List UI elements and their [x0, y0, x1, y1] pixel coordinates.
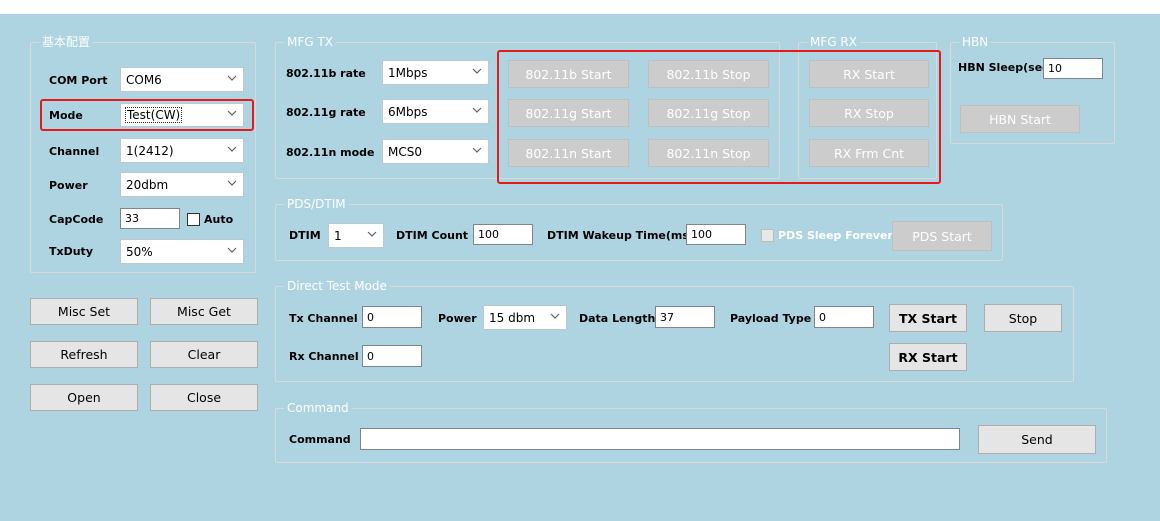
- dtim-select[interactable]: 1: [328, 223, 384, 248]
- direct-test-mode-title: Direct Test Mode: [284, 279, 390, 293]
- misc-get-button[interactable]: Misc Get: [150, 298, 258, 325]
- rx-channel-label: Rx Channel: [289, 350, 359, 363]
- buttons-highlight: [497, 50, 941, 184]
- power-label: Power: [49, 179, 88, 192]
- hbn-title: HBN: [959, 35, 992, 49]
- txduty-label: TxDuty: [49, 245, 93, 258]
- data-length-input[interactable]: 37: [655, 306, 715, 328]
- capcode-label: CapCode: [49, 213, 104, 226]
- mode-highlight: [40, 99, 254, 131]
- dtm-power-value: 15 dbm: [489, 310, 536, 325]
- payload-type-input[interactable]: 0: [814, 306, 874, 328]
- g-rate-select[interactable]: 6Mbps: [382, 99, 489, 124]
- b-rate-value: 1Mbps: [388, 65, 428, 80]
- chevron-down-icon: [227, 245, 237, 255]
- title-strip: [0, 0, 1160, 14]
- open-button[interactable]: Open: [30, 384, 138, 411]
- txduty-value: 50%: [126, 244, 153, 259]
- capcode-input[interactable]: 33: [120, 208, 180, 229]
- power-value: 20dbm: [126, 177, 169, 192]
- dtim-count-label: DTIM Count: [396, 229, 469, 242]
- basic-config-title: 基本配置: [39, 35, 94, 49]
- auto-checkbox[interactable]: [187, 213, 200, 226]
- chevron-down-icon: [472, 105, 482, 115]
- channel-select[interactable]: 1(2412): [120, 138, 244, 163]
- pds-dtim-title: PDS/DTIM: [284, 197, 349, 211]
- app-window: 基本配置 COM Port COM6 Mode Test(CW) Channel…: [0, 0, 1160, 521]
- chevron-down-icon: [550, 311, 560, 321]
- dtm-power-label: Power: [438, 312, 477, 325]
- chevron-down-icon: [472, 145, 482, 155]
- channel-label: Channel: [49, 145, 100, 158]
- hbn-start-button[interactable]: HBN Start: [960, 105, 1080, 133]
- mfg-tx-title: MFG TX: [284, 35, 336, 49]
- payload-type-label: Payload Type: [730, 312, 812, 325]
- chevron-down-icon: [227, 178, 237, 188]
- tx-channel-label: Tx Channel: [289, 312, 358, 325]
- command-label: Command: [289, 433, 351, 446]
- dtim-wakeup-input[interactable]: 100: [686, 224, 746, 245]
- send-button[interactable]: Send: [978, 425, 1096, 454]
- com-port-value: COM6: [126, 72, 162, 87]
- power-select[interactable]: 20dbm: [120, 172, 244, 197]
- hbn-sleep-label: HBN Sleep(sec): [958, 61, 1054, 74]
- command-input[interactable]: [360, 428, 960, 450]
- g-rate-value: 6Mbps: [388, 104, 428, 119]
- command-title: Command: [284, 401, 352, 415]
- dtim-value: 1: [334, 228, 342, 243]
- pds-start-button[interactable]: PDS Start: [892, 221, 992, 251]
- mfg-rx-title: MFG RX: [807, 35, 860, 49]
- misc-set-button[interactable]: Misc Set: [30, 298, 138, 325]
- stop-button[interactable]: Stop: [984, 304, 1062, 332]
- close-button[interactable]: Close: [150, 384, 258, 411]
- rx-start-button-dtm[interactable]: RX Start: [889, 343, 967, 371]
- dtm-power-select[interactable]: 15 dbm: [483, 305, 567, 330]
- com-port-select[interactable]: COM6: [120, 67, 244, 92]
- b-rate-label: 802.11b rate: [286, 67, 366, 80]
- dtim-wakeup-label: DTIM Wakeup Time(ms): [547, 229, 694, 242]
- data-length-label: Data Length: [579, 312, 656, 325]
- n-mode-value: MCS0: [388, 144, 422, 159]
- pds-sleep-forever-label: PDS Sleep Forever: [778, 229, 893, 242]
- pds-sleep-forever-checkbox[interactable]: [761, 229, 774, 242]
- n-mode-select[interactable]: MCS0: [382, 139, 489, 164]
- chevron-down-icon: [227, 73, 237, 83]
- auto-label: Auto: [204, 213, 234, 226]
- tx-start-button[interactable]: TX Start: [889, 304, 967, 332]
- hbn-sleep-input[interactable]: 10: [1043, 58, 1103, 79]
- g-rate-label: 802.11g rate: [286, 106, 366, 119]
- dtim-label: DTIM: [289, 229, 321, 242]
- b-rate-select[interactable]: 1Mbps: [382, 60, 489, 85]
- clear-button[interactable]: Clear: [150, 341, 258, 368]
- dtim-count-input[interactable]: 100: [473, 224, 533, 245]
- refresh-button[interactable]: Refresh: [30, 341, 138, 368]
- tx-channel-input[interactable]: 0: [362, 306, 422, 328]
- txduty-select[interactable]: 50%: [120, 239, 244, 264]
- chevron-down-icon: [367, 229, 377, 239]
- channel-value: 1(2412): [126, 143, 174, 158]
- n-mode-label: 802.11n mode: [286, 146, 375, 159]
- chevron-down-icon: [472, 66, 482, 76]
- chevron-down-icon: [227, 144, 237, 154]
- rx-channel-input[interactable]: 0: [362, 345, 422, 367]
- com-port-label: COM Port: [49, 74, 108, 87]
